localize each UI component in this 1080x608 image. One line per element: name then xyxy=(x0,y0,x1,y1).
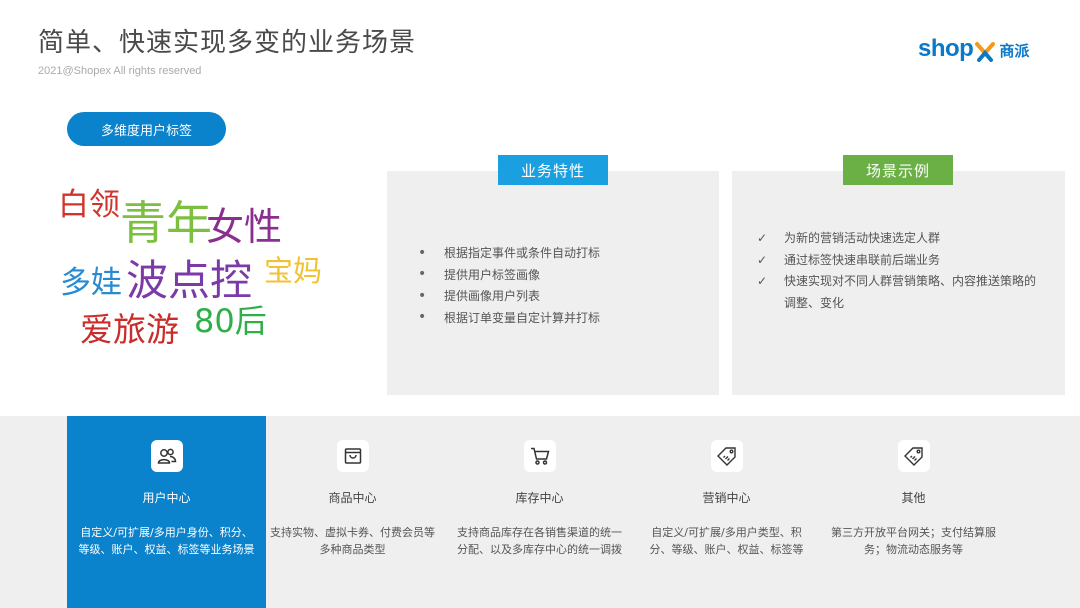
card-desc: 第三方开放平台网关；支付结算服务；物流动态服务等 xyxy=(831,526,996,556)
shopex-logo: shop 商派 xyxy=(918,32,1029,62)
shopping-bag-icon xyxy=(336,440,369,472)
bullet-icon: • xyxy=(418,309,427,326)
card-desc: 支持实物、虚拟卡券、付费会员等多种商品类型 xyxy=(270,526,435,556)
list-item: ✓ 快速实现对不同人群营销策略、内容推送策略的调整、变化 xyxy=(757,271,1047,314)
card-desc: 自定义/可扩展/多用户身份、积分、等级、账户、权益、标签等业务场景 xyxy=(78,526,255,556)
tag-word: 80后 xyxy=(194,302,267,340)
card-user-center[interactable]: 用户中心 自定义/可扩展/多用户身份、积分、等级、账户、权益、标签等业务场景 xyxy=(67,416,266,608)
tag-word: 爱旅游 xyxy=(80,310,179,349)
list-item: • 提供用户标签画像 xyxy=(418,266,541,283)
logo-chinese-text: 商派 xyxy=(999,42,1030,60)
bullet-icon: • xyxy=(418,266,427,283)
tag-word: 白领 xyxy=(58,187,120,223)
card-label: 商品中心 xyxy=(328,491,377,505)
examples-list: ✓ 为新的营销活动快速选定人群 ✓ 通过标签快速串联前后端业务 ✓ 快速实现对不同人群… xyxy=(757,228,1047,314)
tag-word: 多娃 xyxy=(60,265,122,301)
user-tag-button[interactable]: 多维度用户标签 xyxy=(67,112,226,146)
card-desc: 自定义/可扩展/多用户类型、积分、等级、账户、权益、标签等 xyxy=(649,526,804,556)
bullet-icon: • xyxy=(418,287,427,304)
list-item: ✓ 通过标签快速串联前后端业务 xyxy=(757,250,1047,272)
card-label: 营销中心 xyxy=(702,491,751,505)
card-inventory-center[interactable]: 库存中心 支持商品库存在各销售渠道的统一分配、以及多库存中心的统一调拨 xyxy=(446,416,633,608)
features-list: • 根据指定事件或条件自动打标 • 提供用户标签画像 • 提供画像用户列表 • 根据订单… xyxy=(418,242,600,328)
tag-word: 青年 xyxy=(120,196,212,250)
card-desc: 支持商品库存在各销售渠道的统一分配、以及多库存中心的统一调拨 xyxy=(457,526,622,556)
copyright-text: 2021@Shopex All rights reserved xyxy=(38,65,202,77)
checkmark-icon: ✓ xyxy=(757,274,768,288)
list-item: • 根据指定事件或条件自动打标 xyxy=(418,244,601,261)
card-marketing-center[interactable]: 营销中心 自定义/可扩展/多用户类型、积分、等级、账户、权益、标签等 xyxy=(633,416,820,608)
card-label: 其他 xyxy=(901,491,926,505)
logo-text: shop xyxy=(918,35,974,62)
checkmark-icon: ✓ xyxy=(757,252,768,267)
cart-icon xyxy=(523,440,556,472)
card-label: 库存中心 xyxy=(515,491,564,505)
tag-word: 波点控 xyxy=(126,256,253,305)
tag-word: 女性 xyxy=(206,205,283,249)
page-title: 简单、快速实现多变的业务场景 xyxy=(38,28,417,58)
users-icon xyxy=(150,440,183,472)
card-label: 用户中心 xyxy=(142,491,191,505)
bullet-icon: • xyxy=(418,244,427,261)
list-item: • 根据订单变量自定计算并打标 xyxy=(418,309,601,326)
list-item: ✓ 为新的营销活动快速选定人群 xyxy=(757,228,1047,250)
sale-tag-icon xyxy=(897,440,930,472)
card-others[interactable]: 其他 第三方开放平台网关；支付结算服务；物流动态服务等 xyxy=(820,416,1007,608)
features-heading: 业务特性 xyxy=(498,155,608,185)
examples-heading: 场景示例 xyxy=(843,155,953,185)
tag-word: 宝妈 xyxy=(264,254,323,288)
card-product-center[interactable]: 商品中心 支持实物、虚拟卡券、付费会员等多种商品类型 xyxy=(259,416,446,608)
list-item: • 提供画像用户列表 xyxy=(418,287,541,304)
sale-tag-icon xyxy=(710,440,743,472)
logo-x-mark xyxy=(974,36,996,62)
checkmark-icon: ✓ xyxy=(757,231,768,245)
